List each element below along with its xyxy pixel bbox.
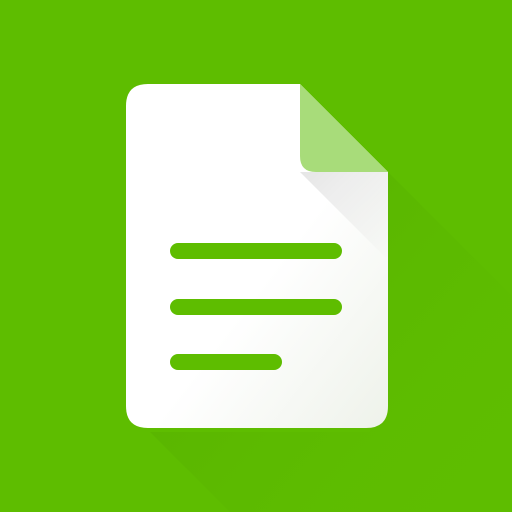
document-app-icon — [0, 0, 512, 512]
document-icon — [0, 0, 512, 512]
